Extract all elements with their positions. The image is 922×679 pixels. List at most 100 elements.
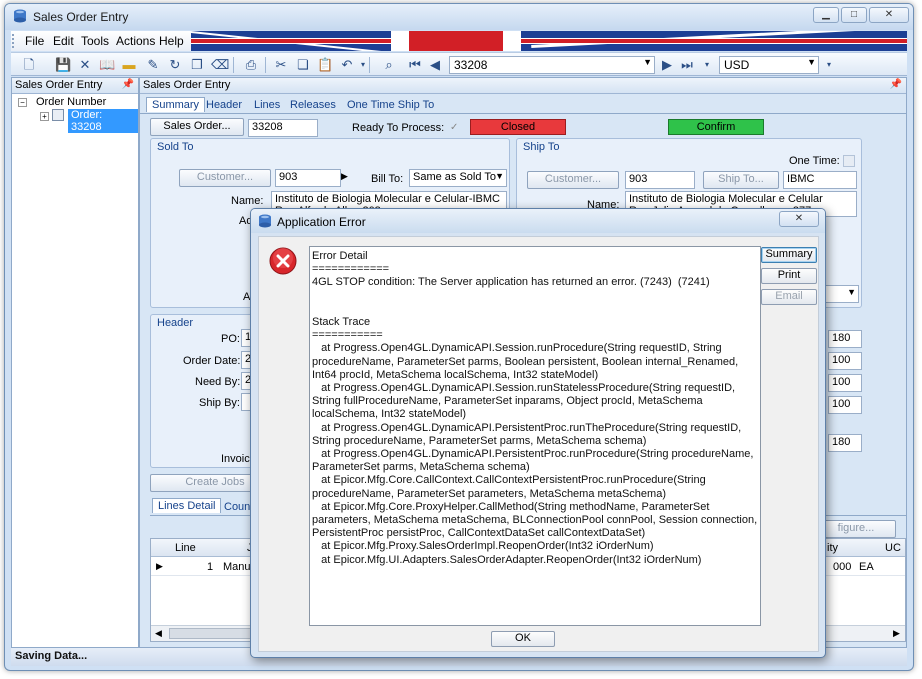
value-field-3[interactable]: 100: [828, 374, 862, 392]
folder-icon[interactable]: ▬: [121, 57, 137, 73]
book-icon[interactable]: 📖: [99, 57, 115, 73]
tree-item-order[interactable]: Order: 33208: [68, 109, 138, 133]
toolbar: 🗋 💾 ✕ 📖 ▬ ✎ ↻ ❐ ⌫ ⎙ ✂ ❏ 📋 ↶ ▾ ⌕ ⏮ ◀ 3320…: [11, 52, 907, 76]
attach-icon[interactable]: ✎: [145, 57, 161, 73]
previous-record-icon[interactable]: ◀: [427, 57, 443, 73]
row-quantity: 000: [833, 561, 852, 573]
sold-to-customer-field[interactable]: 903: [275, 169, 341, 187]
minimize-button[interactable]: ▁: [813, 7, 839, 23]
maximize-button[interactable]: □: [841, 7, 867, 23]
arrow-right-icon[interactable]: ▶: [341, 171, 348, 182]
order-number-combo[interactable]: 33208 ▼: [449, 56, 655, 74]
detail-pane-header: Sales Order Entry 📌: [140, 78, 906, 94]
tab-lines-detail[interactable]: Lines Detail: [152, 498, 222, 513]
menu-file[interactable]: File: [25, 34, 44, 48]
ship-to-field[interactable]: IBMC: [783, 171, 857, 189]
row-selector-icon: ▶: [156, 561, 163, 571]
pin-icon[interactable]: 📌: [122, 79, 134, 90]
summary-button[interactable]: Summary: [761, 247, 817, 263]
tree-toggle-child-icon[interactable]: +: [40, 112, 49, 121]
dialog-title: Application Error: [277, 215, 366, 229]
close-button[interactable]: ✕: [869, 7, 909, 23]
print-icon[interactable]: ⎙: [243, 57, 259, 73]
value-field-4[interactable]: 100: [828, 396, 862, 414]
closed-badge[interactable]: Closed: [470, 119, 566, 135]
ship-to-customer-button[interactable]: Customer...: [527, 171, 619, 189]
ship-to-customer-field[interactable]: 903: [625, 171, 695, 189]
ship-to-name: Instituto de Biologia Molecular e Celula…: [629, 193, 823, 205]
tab-summary[interactable]: Summary: [146, 97, 206, 112]
clipboard-icon[interactable]: 📋: [317, 57, 333, 73]
refresh-icon[interactable]: ↻: [167, 57, 183, 73]
scroll-right-icon[interactable]: ▶: [893, 628, 900, 639]
bill-to-select[interactable]: Same as Sold To ▼: [409, 169, 507, 187]
menu-tools[interactable]: Tools: [81, 34, 109, 48]
value-field-1[interactable]: 180: [828, 330, 862, 348]
print-button[interactable]: Print: [761, 268, 817, 284]
last-record-icon[interactable]: ⏭: [679, 57, 695, 73]
sold-to-title: Sold To: [157, 141, 194, 153]
tab-strip: Summary Header Lines Releases One Time S…: [140, 96, 906, 114]
value-field-2[interactable]: 100: [828, 352, 862, 370]
tree-pane: Sales Order Entry 📌 − Order Number + Ord…: [11, 77, 139, 648]
tab-header[interactable]: Header: [206, 99, 242, 111]
grid-header-uom[interactable]: UC: [885, 542, 901, 554]
title-bar: Sales Order Entry ▁ □ ✕: [5, 4, 913, 30]
sold-to-customer-button[interactable]: Customer...: [179, 169, 271, 187]
first-record-icon[interactable]: ⏮: [407, 57, 423, 73]
configure-button[interactable]: figure...: [816, 520, 896, 538]
bill-to-label: Bill To:: [371, 173, 404, 185]
order-date-label: Order Date:: [183, 355, 241, 367]
sold-to-name: Instituto de Biologia Molecular e Celula…: [275, 193, 500, 205]
tab-lines[interactable]: Lines: [254, 99, 280, 111]
grid-header-line[interactable]: Line: [175, 542, 196, 554]
app-icon: [258, 214, 272, 228]
paste-icon[interactable]: ❏: [295, 57, 311, 73]
sales-order-button[interactable]: Sales Order...: [150, 118, 244, 136]
dropdown-arrow-icon[interactable]: ▾: [699, 57, 715, 73]
dropdown-arrow-icon[interactable]: ▾: [821, 57, 837, 73]
app-icon: [13, 9, 27, 23]
tree-pane-title: Sales Order Entry: [15, 79, 103, 91]
error-icon: [269, 247, 297, 275]
value-field-5[interactable]: 180: [828, 434, 862, 452]
new-icon[interactable]: 🗋: [21, 57, 37, 73]
one-time-label: One Time:: [789, 155, 840, 167]
save-icon[interactable]: 💾: [55, 57, 71, 73]
menu-edit[interactable]: Edit: [53, 34, 74, 48]
next-record-icon[interactable]: ▶: [659, 57, 675, 73]
tab-count[interactable]: Count: [224, 501, 253, 513]
menu-help[interactable]: Help: [159, 34, 184, 48]
delete-icon[interactable]: ✕: [77, 57, 93, 73]
tree-pane-header: Sales Order Entry 📌: [12, 78, 138, 94]
currency-combo[interactable]: USD ▼: [719, 56, 819, 74]
eraser-icon[interactable]: ⌫: [211, 57, 229, 73]
detail-pane-title: Sales Order Entry: [143, 79, 231, 91]
cut-icon[interactable]: ✂: [273, 57, 289, 73]
ship-to-button[interactable]: Ship To...: [703, 171, 779, 189]
copy-icon[interactable]: ❐: [189, 57, 205, 73]
scroll-left-icon[interactable]: ◀: [155, 628, 162, 639]
undo-icon[interactable]: ↶: [339, 57, 355, 73]
one-time-checkbox[interactable]: [843, 155, 855, 167]
tree-toggle-root-icon[interactable]: −: [18, 98, 27, 107]
tab-one-time-ship-to[interactable]: One Time Ship To: [347, 99, 434, 111]
menu-actions[interactable]: Actions: [116, 34, 155, 48]
tree-root[interactable]: Order Number: [36, 96, 106, 108]
dialog-close-button[interactable]: ✕: [779, 211, 819, 227]
ready-to-process-label: Ready To Process:: [352, 122, 445, 134]
email-button[interactable]: Email: [761, 289, 817, 305]
error-detail-text[interactable]: Error Detail ============ 4GL STOP condi…: [309, 246, 761, 626]
sales-order-field[interactable]: 33208: [248, 119, 318, 137]
ok-button[interactable]: OK: [491, 631, 555, 647]
binoculars-icon[interactable]: ⌕: [381, 57, 397, 73]
grid-header-quantity[interactable]: ity: [827, 542, 838, 554]
ready-to-process-checkbox[interactable]: ✓: [450, 122, 458, 133]
tab-releases[interactable]: Releases: [290, 99, 336, 111]
po-label: PO:: [221, 333, 240, 345]
confirm-badge[interactable]: Confirm: [668, 119, 764, 135]
order-number-value: 33208: [454, 58, 488, 72]
pin-icon[interactable]: 📌: [890, 79, 902, 90]
ship-to-title: Ship To: [523, 141, 560, 153]
chevron-down-icon: ▼: [807, 57, 816, 67]
